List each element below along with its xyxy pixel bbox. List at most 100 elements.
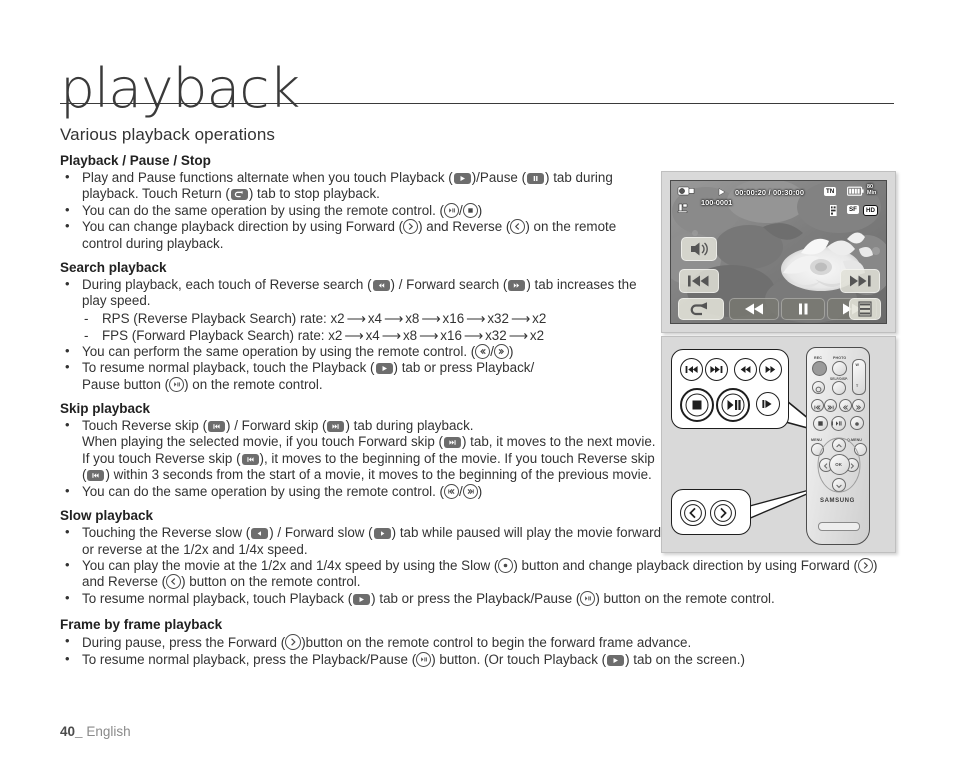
subsection-frame-by-frame: Frame by frame playback bbox=[60, 617, 223, 633]
remote-rewind-icon bbox=[475, 343, 491, 359]
reverse-skip-tab-icon bbox=[241, 453, 259, 465]
callout-forward-skip-button[interactable] bbox=[705, 358, 728, 381]
remote-body: REC PHOTO W T SELF/DISP. MENU Q.MENU OK … bbox=[806, 347, 870, 545]
remote-self-button[interactable] bbox=[832, 381, 846, 395]
page-title: playback bbox=[60, 57, 300, 120]
remote-playpause-icon bbox=[580, 590, 596, 606]
footer-underscore: _ bbox=[75, 724, 83, 739]
remote-forward-skip-icon bbox=[462, 483, 478, 499]
reverse-search-tab-icon bbox=[372, 280, 390, 292]
remote-rec-button[interactable] bbox=[812, 361, 827, 376]
forward-skip-icon bbox=[850, 275, 871, 287]
lcd-rewind-tab[interactable] bbox=[729, 298, 779, 320]
forward-skip-tab-icon bbox=[443, 437, 461, 449]
remote-forward-icon bbox=[403, 219, 419, 235]
remote-fastforward-icon bbox=[494, 343, 509, 359]
quality-icon bbox=[830, 205, 837, 216]
list-item-rps: RPS (Reverse Playback Search) rate: x2⟶x… bbox=[82, 310, 678, 327]
list-item: You can do the same operation by using t… bbox=[60, 483, 656, 500]
callout-reverse-button[interactable] bbox=[680, 500, 706, 526]
remote-playpause-icon bbox=[444, 202, 460, 218]
battery-minutes-unit: Min bbox=[867, 190, 877, 196]
remote-fastforward-button[interactable] bbox=[852, 399, 865, 412]
list-item: Touch Reverse skip () / Forward skip () … bbox=[60, 417, 656, 484]
reverse-slow-tab-icon bbox=[251, 528, 269, 540]
volume-icon bbox=[691, 242, 708, 256]
lcd-chip-sf: SF bbox=[847, 205, 859, 214]
list-item: Play and Pause functions alternate when … bbox=[60, 169, 656, 203]
list-search-playback: During playback, each touch of Reverse s… bbox=[60, 276, 656, 310]
remote-stop-button[interactable] bbox=[813, 416, 828, 431]
reverse-skip-tab-icon bbox=[208, 421, 226, 433]
forward-slow-tab-icon bbox=[373, 528, 391, 540]
list-item: You can perform the same operation by us… bbox=[60, 343, 656, 360]
section-title: Various playback operations bbox=[60, 125, 276, 144]
list-item: During pause, press the Forward ()button… bbox=[60, 633, 894, 651]
pause-icon bbox=[799, 303, 808, 315]
lcd-return-tab[interactable] bbox=[678, 298, 724, 320]
remote-forward-skip-button[interactable] bbox=[824, 399, 837, 412]
list-playback-pause-stop: Play and Pause functions alternate when … bbox=[60, 169, 656, 252]
list-skip-playback: Touch Reverse skip () / Forward skip () … bbox=[60, 417, 656, 500]
manual-page: playback Various playback operations Pla… bbox=[0, 0, 954, 766]
callout-frame-advance-button[interactable] bbox=[756, 392, 780, 416]
remote-label-rec: REC bbox=[814, 356, 822, 360]
lcd-reverse-skip-button[interactable] bbox=[679, 269, 719, 293]
reverse-skip-tab-icon bbox=[87, 470, 105, 482]
dpad-ring bbox=[817, 437, 861, 493]
remote-label-w: W bbox=[855, 363, 859, 367]
lcd-timecode: 00:00:20 / 00:30:00 bbox=[735, 188, 805, 197]
remote-label-photo: PHOTO bbox=[833, 356, 847, 360]
lcd-forward-skip-button[interactable] bbox=[840, 269, 880, 293]
remote-forward-icon bbox=[858, 557, 874, 573]
remote-display-button[interactable] bbox=[812, 381, 825, 394]
callout-forward-button[interactable] bbox=[710, 500, 736, 526]
footer-language: English bbox=[86, 724, 131, 739]
remote-playpause-button[interactable] bbox=[831, 416, 846, 431]
callout-transport-buttons bbox=[671, 349, 789, 429]
remote-zoom-rocker[interactable] bbox=[852, 359, 866, 395]
play-tab-icon bbox=[353, 593, 371, 605]
callout-rewind-button[interactable] bbox=[734, 358, 757, 381]
lcd-tab-bar bbox=[671, 297, 886, 323]
remote-playpause-icon bbox=[169, 376, 185, 392]
reverse-skip-icon bbox=[688, 275, 709, 287]
lcd-chip-hd: HD bbox=[863, 205, 878, 216]
lcd-pause-tab[interactable] bbox=[781, 298, 825, 320]
list-frame-by-frame: During pause, press the Forward ()button… bbox=[60, 633, 894, 668]
list-item: You can play the movie at the 1/2x and 1… bbox=[60, 557, 894, 591]
callout-stop-button[interactable] bbox=[680, 388, 714, 422]
remote-label-t: T bbox=[856, 384, 859, 388]
figure-lcd-screen: 00:00:20 / 00:30:00 100-0001 TN 80 Min S… bbox=[661, 171, 896, 333]
pause-tab-icon bbox=[527, 173, 545, 184]
remote-reverse-icon bbox=[166, 574, 182, 590]
remote-slow-button[interactable] bbox=[850, 416, 864, 430]
callout-playpause-button[interactable] bbox=[716, 388, 750, 422]
subsection-playback-pause-stop: Playback / Pause / Stop bbox=[60, 153, 211, 168]
callout-fastforward-button[interactable] bbox=[759, 358, 782, 381]
remote-stop-icon bbox=[462, 202, 478, 218]
lcd-menu-tab[interactable] bbox=[849, 298, 881, 320]
menu-list-icon bbox=[858, 301, 872, 317]
footer-page-number: 40 bbox=[60, 724, 76, 739]
callout-reverse-skip-button[interactable] bbox=[680, 358, 703, 381]
rate-steps-rps: ⟶ x4 ⟶ x8 ⟶ x16 ⟶ x32 ⟶ x2 bbox=[346, 310, 547, 326]
lcd-file-number: 100-0001 bbox=[701, 198, 733, 207]
list-search-rates: RPS (Reverse Playback Search) rate: x2⟶x… bbox=[60, 310, 678, 344]
lcd-volume-button[interactable] bbox=[681, 237, 717, 261]
list-search-playback-2: You can perform the same operation by us… bbox=[60, 343, 656, 393]
remote-slow-icon bbox=[498, 557, 514, 573]
remote-rewind-button[interactable] bbox=[839, 399, 852, 412]
figure-remote-control: REC PHOTO W T SELF/DISP. MENU Q.MENU OK … bbox=[661, 336, 896, 553]
page-header: playback bbox=[60, 62, 894, 116]
lcd-mode-icons bbox=[677, 186, 695, 213]
return-tab-icon bbox=[230, 189, 248, 201]
page-footer: 40_ English bbox=[60, 724, 131, 739]
remote-reverse-skip-button[interactable] bbox=[811, 399, 824, 412]
remote-reverse-icon bbox=[510, 219, 526, 235]
list-item: You can do the same operation by using t… bbox=[60, 202, 656, 219]
remote-photo-button[interactable] bbox=[832, 361, 847, 376]
forward-search-tab-icon bbox=[508, 280, 526, 292]
remote-reverse-skip-icon bbox=[444, 483, 460, 499]
play-tab-icon bbox=[453, 173, 471, 184]
